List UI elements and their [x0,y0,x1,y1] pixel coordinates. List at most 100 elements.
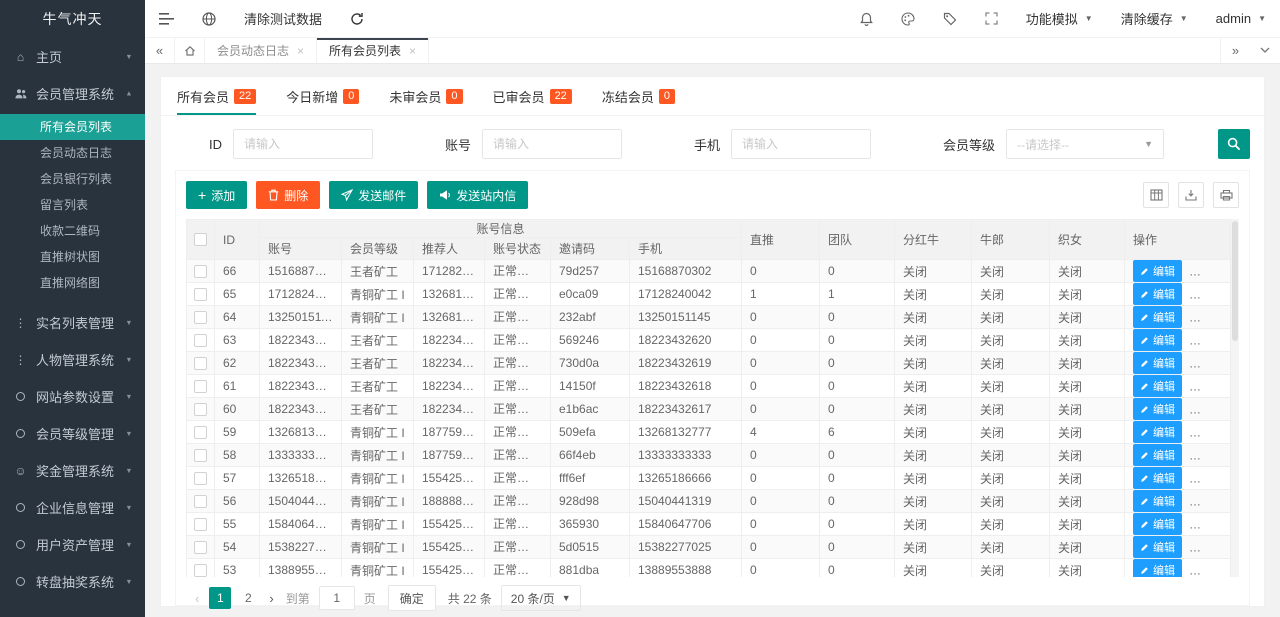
add-button[interactable]: + 添加 [186,181,247,209]
confirm-button[interactable]: 确定 [388,585,436,611]
row-checkbox[interactable] [194,495,207,508]
close-icon[interactable]: × [297,44,304,58]
phone-input[interactable] [731,129,871,159]
member-tab[interactable]: 今日新增0 [286,77,359,115]
sidebar-section-item[interactable]: 企业信息管理▼ [0,489,145,526]
row-checkbox[interactable] [194,334,207,347]
search-button[interactable] [1218,129,1250,159]
filter-columns-button[interactable] [1143,182,1169,208]
row-checkbox[interactable] [194,357,207,370]
tag-button[interactable] [929,0,971,37]
sidebar-section-item[interactable]: ☺奖金管理系统▼ [0,452,145,489]
home-tab-button[interactable] [175,38,205,63]
member-tab[interactable]: 冻结会员0 [602,77,675,115]
sidebar-submenu-item[interactable]: 会员动态日志 [0,140,145,166]
edit-button[interactable]: 编辑 [1133,490,1182,512]
table-scrollbar[interactable] [1231,219,1239,577]
edit-button[interactable]: 编辑 [1133,352,1182,374]
chevron-down-icon: ▼ [1258,14,1266,23]
edit-button[interactable]: 编辑 [1133,467,1182,489]
sidebar-submenu-item[interactable]: 会员银行列表 [0,166,145,192]
edit-button[interactable]: 编辑 [1133,306,1182,328]
sidebar-submenu-item[interactable]: 留言列表 [0,192,145,218]
clear-cache-dropdown[interactable]: 清除缓存▼ [1107,0,1202,37]
edit-button[interactable]: 编辑 [1133,444,1182,466]
sidebar-section-item[interactable]: 用户资产管理▼ [0,526,145,563]
account-input[interactable] [482,129,622,159]
goto-page-input[interactable] [319,586,355,610]
tabs-menu-button[interactable] [1250,38,1280,63]
function-sim-dropdown[interactable]: 功能模拟▼ [1012,0,1107,37]
tabs-scroll-right-button[interactable]: » [1220,38,1250,63]
fullscreen-button[interactable] [971,0,1012,37]
theme-button[interactable] [887,0,929,37]
sidebar-submenu-item[interactable]: 直推树状图 [0,244,145,270]
row-checkbox[interactable] [194,426,207,439]
edit-button[interactable]: 编辑 [1133,375,1182,397]
prev-page-button[interactable]: ‹ [188,591,206,606]
status-text: 正常 [493,402,529,416]
scrollbar-thumb[interactable] [1232,221,1238,341]
id-input[interactable] [233,129,373,159]
member-tab[interactable]: 未审会员0 [389,77,462,115]
cell-team: 0 [820,513,895,536]
sidebar-submenu-item[interactable]: 直推网络图 [0,270,145,296]
sidebar-submenu-item[interactable]: 收款二维码 [0,218,145,244]
row-checkbox[interactable] [194,541,207,554]
filter-id: ID [209,129,373,159]
page-1-button[interactable]: 1 [209,587,231,609]
admin-user-dropdown[interactable]: admin▼ [1202,0,1280,37]
edit-button[interactable]: 编辑 [1133,260,1182,282]
sidebar-submenu-item[interactable]: 所有会员列表 [0,114,145,140]
sidebar-section-item[interactable]: ⋮人物管理系统▼ [0,341,145,378]
edit-button[interactable]: 编辑 [1133,398,1182,420]
row-checkbox[interactable] [194,472,207,485]
send-inbox-message-button[interactable]: 发送站内信 [427,181,528,209]
row-checkbox[interactable] [194,380,207,393]
close-icon[interactable]: × [409,44,416,58]
sidebar-toggle-button[interactable] [145,0,188,37]
edit-button[interactable]: 编辑 [1133,513,1182,535]
edit-button[interactable]: 编辑 [1133,329,1182,351]
sidebar-section-item[interactable]: 转盘抽奖系统▼ [0,563,145,600]
cell-status: 正常锁定 [485,306,551,329]
row-checkbox[interactable] [194,265,207,278]
edit-button[interactable]: 编辑 [1133,536,1182,558]
clear-test-data-button[interactable]: 清除测试数据 [230,0,336,37]
member-tab[interactable]: 所有会员22 [177,77,256,115]
delete-button[interactable]: 删除 [256,181,320,209]
per-page-select[interactable]: 20 条/页 ▼ [501,585,581,611]
edit-button[interactable]: 编辑 [1133,559,1182,577]
export-button[interactable] [1178,182,1204,208]
row-checkbox[interactable] [194,564,207,577]
page-2-button[interactable]: 2 [237,587,259,609]
print-button[interactable] [1213,182,1239,208]
smiley-icon: ☺ [12,464,29,478]
row-checkbox[interactable] [194,518,207,531]
tab-member-log[interactable]: 会员动态日志 × [205,38,317,63]
sidebar-section-item[interactable]: 网站参数设置▼ [0,378,145,415]
cell-cowherd: 关闭 [972,467,1050,490]
row-checkbox[interactable] [194,288,207,301]
refresh-button[interactable] [336,0,378,37]
tab-all-members[interactable]: 所有会员列表 × [317,38,429,63]
send-mail-button[interactable]: 发送邮件 [329,181,418,209]
member-tab[interactable]: 已审会员22 [493,77,572,115]
sidebar-section-item[interactable]: ⋮实名列表管理▼ [0,304,145,341]
row-checkbox[interactable] [194,449,207,462]
status-text: 正常 [493,310,529,324]
tabs-scroll-left-button[interactable]: « [145,38,175,63]
row-checkbox[interactable] [194,311,207,324]
edit-button[interactable]: 编辑 [1133,421,1182,443]
member-level-select[interactable]: --请选择-- ▼ [1006,129,1164,159]
sidebar-item-home[interactable]: ⌂ 主页 ▼ [0,38,145,75]
edit-button[interactable]: 编辑 [1133,283,1182,305]
language-button[interactable] [188,0,230,37]
sidebar-section-item[interactable]: 会员等级管理▼ [0,415,145,452]
sidebar-item-member-system[interactable]: 会员管理系统 ▲ [0,75,145,112]
row-checkbox[interactable] [194,403,207,416]
house-icon [184,45,196,57]
notifications-button[interactable] [846,0,887,37]
next-page-button[interactable]: › [262,591,280,606]
select-all-checkbox[interactable] [194,233,207,246]
